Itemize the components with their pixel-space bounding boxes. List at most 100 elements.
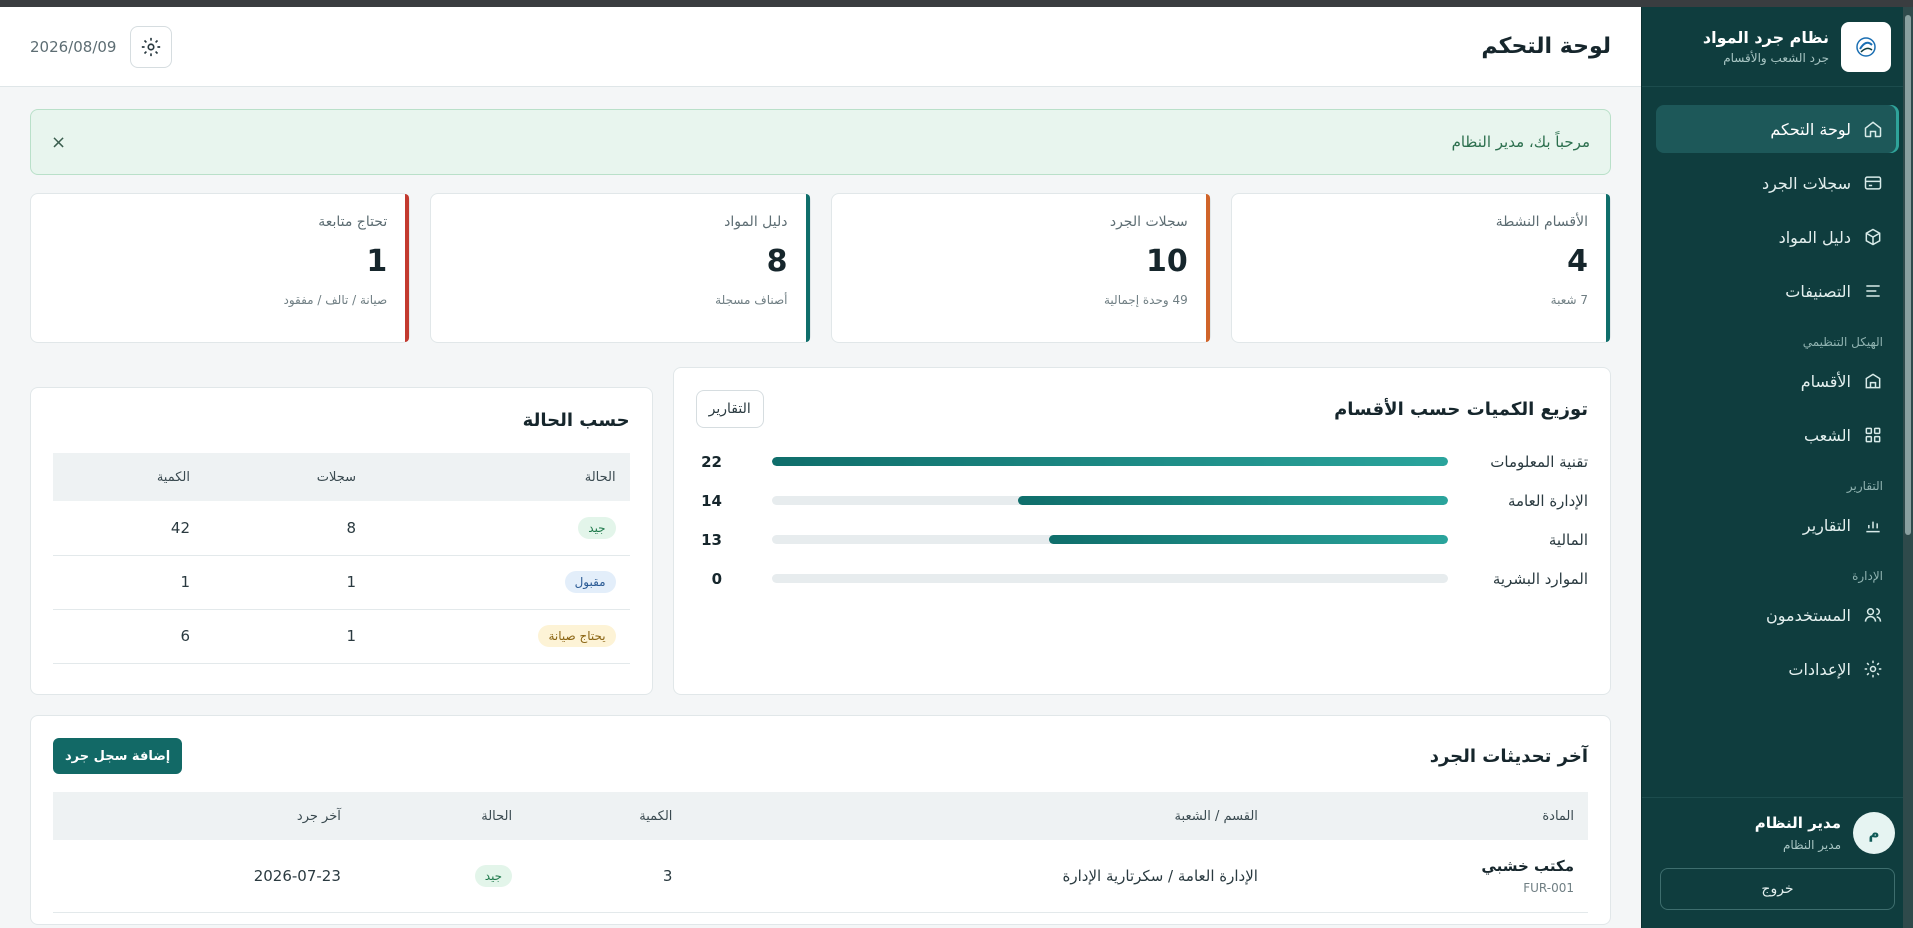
sidebar-item-label: سجلات الجرد bbox=[1761, 173, 1851, 193]
gear-icon bbox=[142, 37, 161, 56]
bar-row: تقنية المعلومات 22 bbox=[696, 442, 1588, 481]
stat-card-materials: دليل المواد 8 أصناف مسجلة bbox=[430, 193, 811, 343]
table-row[interactable]: مكتب خشبي FUR-001 الإدارة العامة / سكرتا… bbox=[53, 840, 1588, 913]
nav-group-org: الهيكل التنظيمي bbox=[1802, 335, 1883, 349]
distribution-title: توزيع الكميات حسب الأقسام bbox=[1334, 398, 1588, 420]
status-badge: جيد bbox=[578, 516, 616, 539]
scrollbar-thumb[interactable] bbox=[1905, 15, 1911, 535]
bar-fill bbox=[1048, 535, 1448, 544]
status-badge: مقبول bbox=[564, 571, 616, 593]
stat-card-departments: الأقسام النشطة 4 7 شعبة bbox=[1230, 193, 1611, 343]
current-date: 2026/08/09 bbox=[30, 37, 117, 56]
records-cell: 1 bbox=[204, 555, 371, 610]
brand: نظام جرد المواد جرد الشعب والأقسام bbox=[1642, 7, 1913, 87]
page-scrollbar[interactable] bbox=[1903, 7, 1913, 928]
bar-value: 22 bbox=[701, 452, 722, 471]
sidebar: نظام جرد المواد جرد الشعب والأقسام لوحة … bbox=[1641, 7, 1913, 928]
alert-message: مرحباً بك، مدير النظام bbox=[1451, 133, 1590, 151]
stat-value: 10 bbox=[1146, 244, 1188, 279]
sidebar-item-label: دليل المواد bbox=[1778, 227, 1851, 247]
topbar: لوحة التحكم 2026/08/09 bbox=[0, 7, 1641, 87]
settings-button[interactable] bbox=[130, 25, 173, 68]
user-role: مدير النظام bbox=[1782, 838, 1841, 852]
status-card: حسب الحالة الحالة سجلات الكمية جيد 8 42 … bbox=[30, 387, 653, 695]
column-header: سجلات bbox=[204, 453, 371, 501]
column-header: الكمية bbox=[53, 453, 204, 501]
brand-title: نظام جرد المواد bbox=[1702, 28, 1829, 47]
sidebar-item-label: الإعدادات bbox=[1788, 659, 1851, 679]
sidebar-item-label: المستخدمون bbox=[1766, 605, 1851, 625]
building-icon bbox=[1863, 371, 1883, 391]
bar-track bbox=[772, 574, 1448, 583]
bar-value: 13 bbox=[701, 530, 722, 549]
brand-logo bbox=[1841, 21, 1891, 72]
sidebar-item-materials[interactable]: دليل المواد bbox=[1656, 213, 1899, 261]
distribution-bars: تقنية المعلومات 22 الإدارة العامة 14 الم… bbox=[696, 442, 1588, 598]
sidebar-item-settings[interactable]: الإعدادات bbox=[1656, 645, 1899, 693]
add-record-button[interactable]: إضافة سجل جرد bbox=[53, 738, 183, 774]
bar-track bbox=[772, 457, 1448, 466]
bar-row: الموارد البشرية 0 bbox=[696, 559, 1588, 598]
qty-cell: 6 bbox=[53, 609, 204, 664]
stats-row: الأقسام النشطة 4 7 شعبة سجلات الجرد 10 4… bbox=[30, 193, 1611, 343]
sidebar-item-records[interactable]: سجلات الجرد bbox=[1656, 159, 1899, 207]
bar-label: الموارد البشرية bbox=[1492, 569, 1588, 588]
stat-card-records: سجلات الجرد 10 49 وحدة إجمالية bbox=[830, 193, 1211, 343]
records-icon bbox=[1863, 173, 1883, 193]
dashboard-body: مرحباً بك، مدير النظام × الأقسام النشطة … bbox=[0, 87, 1641, 925]
recent-title: آخر تحديثات الجرد bbox=[1429, 745, 1588, 767]
stat-label: الأقسام النشطة bbox=[1495, 214, 1588, 230]
sidebar-item-users[interactable]: المستخدمون bbox=[1656, 591, 1899, 639]
stat-label: سجلات الجرد bbox=[1109, 214, 1188, 230]
home-icon bbox=[1863, 119, 1883, 139]
bar-track bbox=[772, 535, 1448, 544]
stat-sub: صيانة / تالف / مفقود bbox=[283, 293, 388, 307]
item-name: مكتب خشبي bbox=[1481, 856, 1574, 875]
sidebar-item-departments[interactable]: الأقسام bbox=[1656, 357, 1899, 405]
bar-fill bbox=[772, 457, 1448, 466]
recent-updates-card: آخر تحديثات الجرد إضافة سجل جرد المادة ا… bbox=[30, 715, 1611, 925]
bar-fill bbox=[1017, 496, 1448, 505]
grid-icon bbox=[1863, 425, 1883, 445]
sidebar-item-reports[interactable]: التقارير bbox=[1656, 501, 1899, 549]
company-logo-icon bbox=[1856, 36, 1876, 57]
charts-row: توزيع الكميات حسب الأقسام التقارير تقنية… bbox=[30, 367, 1611, 695]
logout-button[interactable]: خروج bbox=[1660, 868, 1895, 910]
recent-table: المادة القسم / الشعبة الكمية الحالة آخر … bbox=[53, 792, 1588, 913]
stat-label: تحتاج متابعة bbox=[318, 214, 388, 230]
close-icon[interactable]: × bbox=[51, 132, 66, 153]
stat-sub: أصناف مسجلة bbox=[715, 293, 788, 307]
reports-button[interactable]: التقارير bbox=[695, 390, 764, 428]
column-header: الحالة bbox=[354, 792, 527, 840]
distribution-card: توزيع الكميات حسب الأقسام التقارير تقنية… bbox=[672, 367, 1611, 695]
stat-label: دليل المواد bbox=[724, 214, 788, 230]
user-profile: م مدير النظام مدير النظام bbox=[1660, 812, 1895, 854]
sidebar-item-label: الشعب bbox=[1803, 425, 1851, 445]
table-row: جيد 8 42 bbox=[53, 501, 630, 556]
table-row: مقبول 1 1 bbox=[53, 555, 630, 610]
bar-row: الإدارة العامة 14 bbox=[696, 481, 1588, 520]
brand-subtitle: جرد الشعب والأقسام bbox=[1723, 51, 1829, 65]
sidebar-footer: م مدير النظام مدير النظام خروج bbox=[1642, 797, 1913, 928]
sidebar-item-dashboard[interactable]: لوحة التحكم bbox=[1656, 105, 1899, 153]
qty-cell: 1 bbox=[53, 555, 204, 610]
stat-value: 1 bbox=[366, 244, 388, 279]
sidebar-item-divisions[interactable]: الشعب bbox=[1656, 411, 1899, 459]
main-content: لوحة التحكم 2026/08/09 مرحباً بك، مدير ا… bbox=[0, 7, 1641, 928]
chart-icon bbox=[1863, 515, 1883, 535]
last-inventory-cell: 2026-07-23 bbox=[53, 840, 355, 913]
status-badge: جيد bbox=[474, 864, 513, 887]
bar-label: الإدارة العامة bbox=[1507, 491, 1588, 510]
users-icon bbox=[1863, 605, 1883, 625]
bar-value: 0 bbox=[711, 569, 722, 588]
list-icon bbox=[1863, 281, 1883, 301]
bar-track bbox=[772, 496, 1448, 505]
item-code: FUR-001 bbox=[1523, 880, 1574, 895]
bar-row: المالية 13 bbox=[696, 520, 1588, 559]
stat-card-followup: تحتاج متابعة 1 صيانة / تالف / مفقود bbox=[30, 193, 411, 343]
dept-cell: الإدارة العامة / سكرتارية الإدارة bbox=[686, 840, 1272, 913]
sidebar-item-categories[interactable]: التصنيفات bbox=[1656, 267, 1899, 315]
stat-sub: 49 وحدة إجمالية bbox=[1103, 293, 1188, 307]
app-shell: نظام جرد المواد جرد الشعب والأقسام لوحة … bbox=[0, 7, 1913, 928]
stat-value: 8 bbox=[766, 244, 788, 279]
